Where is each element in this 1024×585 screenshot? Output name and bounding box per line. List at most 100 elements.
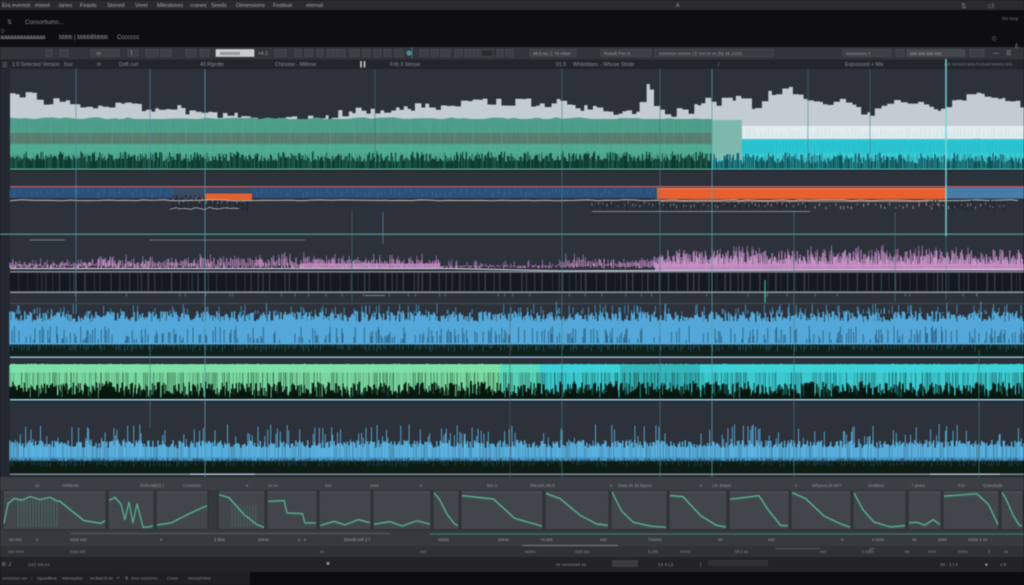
svg-text:14 4 L2: 14 4 L2 (658, 562, 674, 567)
svg-text:± b: ± b (1000, 562, 1007, 567)
svg-text:mixed: mixed (35, 3, 50, 9)
svg-text:-xx xxx: -xx xxx (8, 537, 22, 542)
svg-text:Hxxxx(Fxlix)!: Hxxxx(Fxlix)! (188, 576, 211, 581)
svg-text:Drift curl: Drift curl (119, 62, 138, 68)
svg-text:xxx: xxx (420, 549, 427, 554)
svg-text:xxxxxxxx xxxxxx | E xxx xx xx: xxxxxxxx xxxxxx | E xxx xx xx (N) 26.21/… (659, 51, 743, 56)
svg-text:W/E WOULD B/ALP/LEUATW/MSS WIS: W/E WOULD B/ALP/LEUATW/MSS WIS (944, 63, 1013, 67)
svg-text:i: i (718, 62, 719, 68)
svg-text:SquadBeat: SquadBeat (37, 576, 58, 581)
svg-text:xx/xx: xx/xx (958, 549, 968, 554)
svg-text:Untitlere: Untitlere (868, 483, 885, 488)
svg-text:xxxxx: xxxxx (498, 537, 510, 542)
svg-text:xxxl xxx: xxxl xxx (575, 549, 591, 554)
svg-text:eternal: eternal (306, 3, 323, 9)
svg-text:Result Pxx N: Result Pxx N (604, 51, 631, 56)
svg-text:xxxxx: xxxxx (525, 549, 536, 554)
svg-text:☰: ☰ (2, 62, 7, 69)
svg-text:Frib X blesse: Frib X blesse (390, 62, 420, 68)
svg-text:xxxxxxxx: xxxxxxxx (220, 51, 241, 57)
svg-text:xx: xx (96, 51, 102, 57)
svg-text:5,xxb: 5,xxb (648, 549, 659, 554)
svg-text:01.0: 01.0 (556, 62, 566, 68)
svg-text:Seeds: Seeds (211, 3, 227, 9)
svg-text:■: ■ (985, 562, 988, 567)
svg-text:xxxx xxx: xxxx xxx (70, 537, 87, 542)
svg-text:√*: √* (116, 576, 120, 581)
svg-text:txl 2 xx: txl 2 xx (735, 549, 749, 554)
svg-text:Txxxxx: Txxxxx (648, 537, 662, 542)
svg-text:US drawn: US drawn (712, 483, 732, 488)
svg-text:Whiteblanc - Whose Stride: Whiteblanc - Whose Stride (573, 62, 635, 68)
svg-text:xxx: xxx (820, 549, 827, 554)
svg-text:88.5 mL C 79 mbar: 88.5 mL C 79 mbar (533, 51, 571, 56)
svg-text:xxx: xxx (600, 537, 607, 542)
svg-text:xxxxx: xxxxx (258, 537, 270, 542)
svg-text:xxxx: xxxx (370, 483, 380, 488)
svg-text:x xxxx: x xxxx (872, 537, 885, 542)
svg-text:Feasts: Feasts (80, 3, 97, 9)
svg-text:four: four (64, 62, 73, 68)
svg-text:BS-A: BS-A (487, 483, 497, 488)
svg-text:Festival: Festival (273, 3, 292, 9)
svg-text:the long: the long (1002, 16, 1019, 21)
svg-text:+4.1: +4.1 (258, 51, 268, 57)
svg-text:Grandade: Grandade (983, 483, 1003, 488)
svg-text:xxx xxxx: xxx xxxx (8, 549, 25, 554)
svg-text:xxxx: xxxx (938, 537, 948, 542)
svg-text:A: A (676, 3, 680, 9)
svg-text:xxx: xxx (325, 483, 332, 488)
svg-text:Stoned: Stoned (107, 3, 124, 9)
svg-text:RM,MX,IM,S: RM,MX,IM,S (530, 483, 555, 488)
svg-text:xxxxx: xxxxx (680, 549, 691, 554)
svg-text:Ccccccc: Ccccccc (117, 35, 139, 41)
svg-text:☰: ☰ (1006, 50, 1011, 57)
svg-text:40 Riprdte: 40 Riprdte (200, 62, 224, 68)
svg-text:+x.xxx: +x.xxx (540, 537, 553, 542)
svg-text:Era everest: Era everest (2, 3, 31, 9)
svg-text:Vreel: Vreel (135, 3, 148, 9)
svg-text:cranes: cranes (190, 3, 207, 9)
svg-text:Consortiums…: Consortiums… (25, 20, 65, 26)
svg-text:ARMANI: ARMANI (62, 483, 79, 488)
svg-text:c3: c3 (988, 4, 995, 10)
svg-text:xxxxxxxxx #: xxxxxxxxx # (846, 51, 871, 56)
svg-text:T: T (130, 51, 133, 57)
svg-text:1:0 Selected Version: 1:0 Selected Version (12, 62, 60, 68)
svg-text:xxx: xxx (768, 537, 775, 542)
svg-text:Common: Common (183, 483, 201, 488)
svg-text:Whynot,IN IM?: Whynot,IN IM? (812, 483, 842, 488)
svg-text:Xxxx xxxxxXxx…: Xxxx xxxxxXxx… (131, 576, 161, 581)
svg-text:⇅: ⇅ (961, 3, 967, 10)
svg-text:Int BarUS.txt: Int BarUS.txt (90, 576, 114, 581)
svg-text:2 Bxx: 2 Bxx (214, 537, 226, 542)
svg-text:Milestones: Milestones (157, 3, 184, 9)
svg-text:bbbb | bbbbBbbbb: bbbb | bbbbBbbbb (59, 35, 109, 41)
svg-text:Expressed + Mix: Expressed + Mix (845, 62, 884, 68)
svg-text:Data IN 30 layers: Data IN 30 layers (618, 483, 653, 488)
svg-text:m: m (97, 62, 101, 68)
svg-text:(xx) xxLxx: (xx) xxLxx (28, 562, 50, 568)
svg-text:/ years: / years (912, 483, 926, 488)
svg-text:Chinoise - Miltese: Chinoise - Miltese (275, 62, 316, 68)
svg-text:lanes: lanes (59, 3, 72, 9)
svg-text:⤺: ⤺ (869, 547, 875, 553)
svg-text:aaaaaaaaaaaaaa: aaaaaaaaaaaaaa (0, 34, 46, 41)
svg-text:—: — (993, 51, 999, 57)
svg-text:Dxxxb.xxll 2 f: Dxxxb.xxll 2 f (344, 537, 371, 542)
svg-text:B: J: B: J (2, 562, 11, 568)
svg-text:34 : 1 | 4: 34 : 1 | 4 (940, 562, 958, 567)
svg-text:x . x: x . x (298, 537, 307, 542)
svg-text:Dimensions: Dimensions (236, 3, 265, 9)
svg-text:PARAMED |: PARAMED | (140, 483, 164, 488)
svg-text:⇅: ⇅ (7, 20, 12, 26)
svg-text:xxxxx: xxxxx (438, 537, 450, 542)
svg-text:Cxxxx: Cxxxx (167, 576, 178, 581)
svg-text:xx xx: xx xx (268, 483, 279, 488)
svg-text:xx xxxxxxxx xx: xx xxxxxxxx xx (556, 562, 587, 567)
svg-text:xxxxxxxxx xxx: xxxxxxxxx xxx (2, 576, 27, 581)
svg-text:xxx xxx xxx xxx: xxx xxx xxx xxx (910, 51, 942, 56)
svg-text:xxxx xxl: xxxx xxl (70, 549, 85, 554)
svg-text:xxxx: xxxx (928, 549, 937, 554)
svg-text:Interception: Interception (62, 576, 83, 581)
